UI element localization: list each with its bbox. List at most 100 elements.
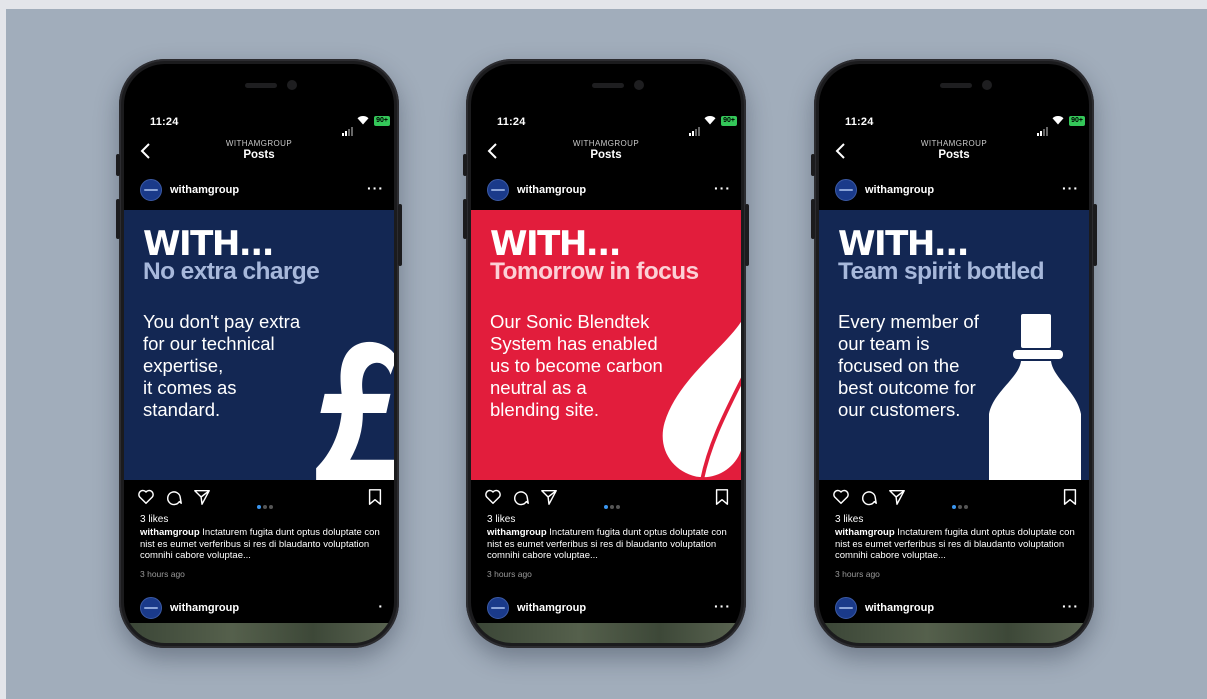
carousel-indicator: [952, 496, 970, 514]
avatar[interactable]: [140, 179, 162, 201]
status-bar: 11:24 90+: [819, 112, 1089, 136]
post-image[interactable]: WITH... Tomorrow in focus Our Sonic Blen…: [471, 210, 741, 480]
mute-switch: [116, 154, 120, 176]
leaf-icon: [662, 321, 741, 480]
status-bar: 11:24 90+: [124, 112, 394, 136]
front-camera: [634, 80, 644, 90]
cell-signal-icon: [1037, 118, 1049, 136]
carousel-indicator: [257, 496, 275, 514]
nav-title: Posts: [243, 149, 275, 161]
cell-signal-icon: [689, 118, 701, 136]
post-actions: [124, 486, 394, 509]
phone-screen: 11:24 90+ WITHAMGROUP Posts withamgroup …: [471, 64, 741, 643]
next-post-image[interactable]: [819, 623, 1089, 643]
caption-username[interactable]: withamgroup: [835, 527, 895, 538]
avatar[interactable]: [140, 597, 162, 619]
bottle-icon: [989, 314, 1081, 480]
post-header: withamgroup ···: [819, 179, 1089, 205]
post-username[interactable]: withamgroup: [865, 184, 934, 196]
caption-username[interactable]: withamgroup: [487, 527, 547, 538]
avatar[interactable]: [835, 597, 857, 619]
status-time: 11:24: [150, 116, 179, 128]
power-button: [745, 204, 749, 266]
power-button: [398, 204, 402, 266]
battery-icon: 90+: [374, 116, 390, 126]
wifi-icon: [357, 116, 369, 125]
battery-icon: 90+: [721, 116, 737, 126]
mute-switch: [463, 154, 467, 176]
post-actions: [819, 486, 1089, 509]
post-username[interactable]: withamgroup: [865, 602, 934, 614]
next-post-image[interactable]: [124, 623, 394, 643]
post-timestamp: 3 hours ago: [140, 569, 185, 579]
comment-icon[interactable]: [165, 488, 183, 506]
likes-count[interactable]: 3 likes: [835, 514, 863, 525]
more-options-icon[interactable]: ···: [714, 180, 731, 196]
post-timestamp: 3 hours ago: [835, 569, 880, 579]
nav-bar: WITHAMGROUP Posts: [819, 139, 1089, 167]
comment-icon[interactable]: [512, 488, 530, 506]
phone-mockup-2: 11:24 90+ WITHAMGROUP Posts withamgroup …: [463, 59, 749, 648]
earpiece-speaker: [592, 83, 624, 88]
share-icon[interactable]: [193, 488, 211, 506]
phone-mockup-1: 11:24 90+ WITHAMGROUP Posts withamgroup …: [116, 59, 402, 648]
heart-icon[interactable]: [832, 488, 850, 506]
avatar[interactable]: [835, 179, 857, 201]
cell-signal-icon: [342, 118, 354, 136]
post-username[interactable]: withamgroup: [517, 184, 586, 196]
avatar[interactable]: [487, 597, 509, 619]
bookmark-icon[interactable]: [1061, 488, 1079, 506]
post-caption: withamgroup Inctaturem fugita dunt optus…: [140, 527, 382, 562]
status-time: 11:24: [497, 116, 526, 128]
more-options-icon[interactable]: ···: [714, 598, 731, 614]
more-options-icon[interactable]: ···: [1062, 180, 1079, 196]
carousel-indicator: [604, 496, 622, 514]
front-camera: [287, 80, 297, 90]
next-post-header: withamgroup ···: [471, 597, 741, 621]
nav-title: Posts: [590, 149, 622, 161]
post-username[interactable]: withamgroup: [170, 184, 239, 196]
post-caption: withamgroup Inctaturem fugita dunt optus…: [487, 527, 729, 562]
creative-tagline: No extra charge: [143, 258, 320, 285]
nav-bar: WITHAMGROUP Posts: [124, 139, 394, 167]
nav-subtitle: WITHAMGROUP: [572, 139, 640, 148]
volume-up-button: [463, 199, 467, 239]
power-button: [1093, 204, 1097, 266]
next-post-header: withamgroup ···: [819, 597, 1089, 621]
pound-sign-icon: [316, 341, 394, 480]
more-options-icon[interactable]: ···: [367, 180, 384, 196]
post-username[interactable]: withamgroup: [517, 602, 586, 614]
comment-icon[interactable]: [860, 488, 878, 506]
wifi-icon: [704, 116, 716, 125]
status-time: 11:24: [845, 116, 874, 128]
next-post-header: withamgroup ·: [124, 597, 394, 621]
share-icon[interactable]: [540, 488, 558, 506]
mute-switch: [811, 154, 815, 176]
post-image[interactable]: WITH... No extra charge You don't pay ex…: [124, 210, 394, 480]
post-username[interactable]: withamgroup: [170, 602, 239, 614]
nav-title: Posts: [938, 149, 970, 161]
nav-bar: WITHAMGROUP Posts: [471, 139, 741, 167]
volume-up-button: [116, 199, 120, 239]
likes-count[interactable]: 3 likes: [140, 514, 168, 525]
bookmark-icon[interactable]: [366, 488, 384, 506]
avatar[interactable]: [487, 179, 509, 201]
likes-count[interactable]: 3 likes: [487, 514, 515, 525]
creative-body: You don't pay extra for our technical ex…: [143, 311, 301, 420]
heart-icon[interactable]: [137, 488, 155, 506]
volume-up-button: [811, 199, 815, 239]
post-image[interactable]: WITH... Team spirit bottled Every member…: [819, 210, 1089, 480]
phone-screen: 11:24 90+ WITHAMGROUP Posts withamgroup …: [819, 64, 1089, 643]
more-options-icon[interactable]: ·: [378, 598, 384, 614]
nav-subtitle: WITHAMGROUP: [920, 139, 988, 148]
wifi-icon: [1052, 116, 1064, 125]
bookmark-icon[interactable]: [713, 488, 731, 506]
next-post-image[interactable]: [471, 623, 741, 643]
more-options-icon[interactable]: ···: [1062, 598, 1079, 614]
creative-tagline: Tomorrow in focus: [490, 258, 699, 285]
share-icon[interactable]: [888, 488, 906, 506]
caption-username[interactable]: withamgroup: [140, 527, 200, 538]
post-header: withamgroup ···: [124, 179, 394, 205]
phone-mockup-3: 11:24 90+ WITHAMGROUP Posts withamgroup …: [811, 59, 1097, 648]
heart-icon[interactable]: [484, 488, 502, 506]
